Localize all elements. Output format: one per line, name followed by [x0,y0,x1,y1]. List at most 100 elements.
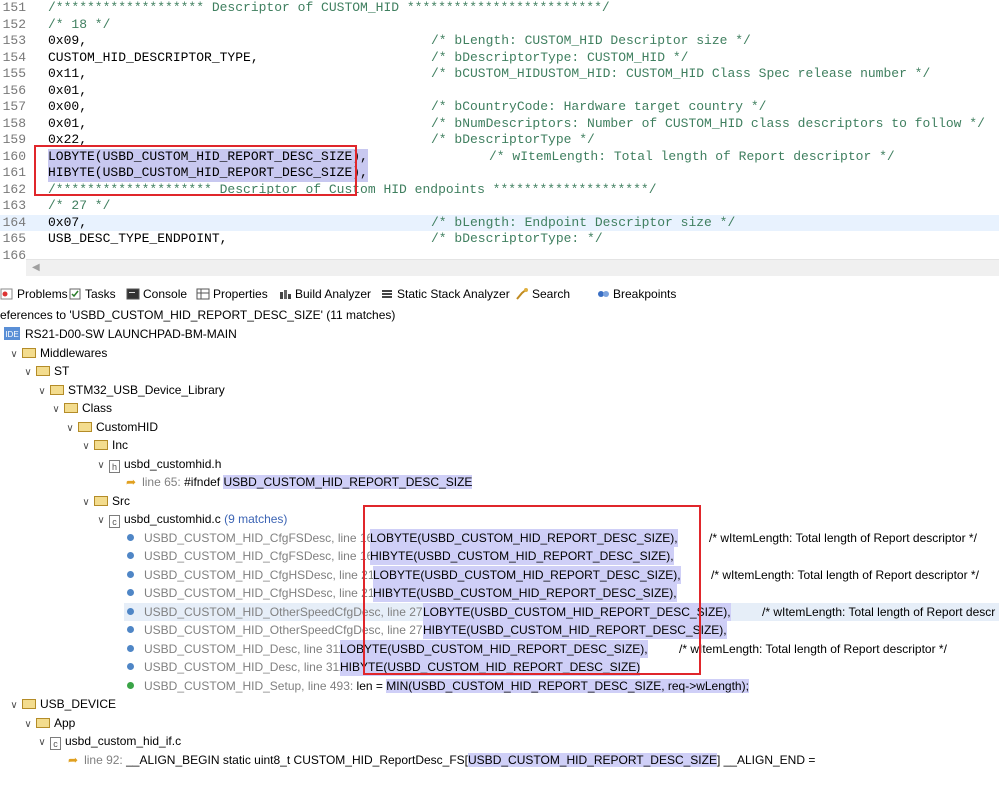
match-row[interactable]: USBD_CUSTOM_HID_CfgFSDesc, line 160: [127,529,383,547]
chevron-down-icon[interactable]: ∨ [80,438,92,456]
chevron-down-icon[interactable]: ∨ [95,457,107,475]
chevron-down-icon[interactable]: ∨ [64,420,76,438]
code-line[interactable]: 151 /******************* Descriptor of CU… [0,0,999,17]
folder-label: Inc [112,438,129,452]
match-row[interactable]: ➦ line 65: #ifndef USBD_CUSTOM_HID_REPORT… [126,473,473,491]
horizontal-scrollbar[interactable]: ◀ [26,259,999,276]
code-line[interactable]: 156 0x01, [0,83,999,100]
tab-search[interactable]: Search [515,287,570,301]
tab-label: Properties [213,287,268,301]
tree-file[interactable]: ∨ c usbd_custom_hid_if.c [36,732,181,750]
method-icon [127,681,134,689]
match-row[interactable]: USBD_CUSTOM_HID_Setup, line 493: len = M… [127,677,749,695]
chevron-down-icon[interactable]: ∨ [36,383,48,401]
code-text: 0x00, [48,99,88,114]
line-number: 152 [2,16,26,32]
file-name: usbd_custom_hid_if.c [65,734,182,748]
method-icon [127,533,134,541]
line-number: 155 [2,66,26,81]
tree-folder[interactable]: ∨ ST [22,362,69,380]
chevron-down-icon[interactable]: ∨ [50,401,62,419]
tab-console[interactable]: Console [126,287,187,301]
match-row[interactable]: USBD_CUSTOM_HID_Desc, line 312: [127,658,349,676]
code-line[interactable]: 158 0x01, /* bNumDescriptors: Number of CU… [0,116,999,133]
code-line-current[interactable]: 164 0x07, /* bLength: Endpoint Descriptor … [0,214,999,231]
folder-label: CustomHID [96,419,159,434]
tree-file[interactable]: ∨ h usbd_customhid.h [95,455,221,473]
code-text: /* 27 */ [48,198,111,213]
line-number: 153 [2,33,26,48]
code-line[interactable]: 157 0x00, /* bCountryCode: Hardware target… [0,99,999,116]
match-function: USBD_CUSTOM_HID_Setup, line 493: [144,678,354,693]
match-highlight: USBD_CUSTOM_HID_REPORT_DESC_SIZE [223,475,473,489]
match-function: USBD_CUSTOM_HID_CfgHSDesc, line 219: [144,586,385,600]
line-number: 162 [2,181,26,197]
code-line[interactable]: 152 /* 18 */ [0,17,999,34]
match-row[interactable]: USBD_CUSTOM_HID_Desc, line 311: [127,640,348,658]
folder-icon [22,347,36,358]
code-editor[interactable]: 151 /******************* Descriptor of CU… [0,0,999,263]
method-icon [127,570,134,578]
match-pre: #ifndef [184,475,224,489]
tab-problems[interactable]: Problems [0,287,68,301]
chevron-down-icon[interactable]: ∨ [95,512,107,530]
match-row[interactable]: USBD_CUSTOM_HID_CfgFSDesc, line 161: [127,547,383,565]
tab-tasks[interactable]: Tasks [68,287,116,301]
chevron-down-icon[interactable]: ∨ [22,716,34,734]
tab-label: Console [143,287,188,301]
project-name: RS21-D00-SW LAUNCHPAD-BM-MAIN [25,327,237,341]
match-row[interactable]: USBD_CUSTOM_HID_CfgHSDesc, line 219: [127,584,385,602]
tree-folder[interactable]: ∨ Class [50,399,112,417]
tree-folder[interactable]: ∨ App [22,714,75,732]
tree-folder[interactable]: ∨ Src [80,492,130,510]
chevron-down-icon[interactable]: ∨ [22,364,34,382]
code-comment: /* bDescriptorType */ [431,132,595,147]
match-function: USBD_CUSTOM_HID_Desc, line 311: [144,641,349,656]
code-comment: /* bCountryCode: Hardware target country… [431,99,767,114]
folder-label: STM32_USB_Device_Library [68,382,225,397]
code-line[interactable]: 165 USB_DESC_TYPE_ENDPOINT, /* bDescriptor… [0,231,999,248]
tab-label: Tasks [85,287,116,301]
code-line[interactable]: 155 0x11, /* bCUSTOM_HIDUSTOM_HID: CUSTOM_… [0,66,999,83]
match-arrow-icon: ➦ [68,752,79,767]
tab-breakpoints[interactable]: Breakpoints [596,287,676,301]
tab-properties[interactable]: Properties [196,287,268,301]
folder-label: ST [54,364,70,378]
code-comment: /* bDescriptorType: CUSTOM_HID */ [431,49,689,65]
chevron-down-icon[interactable]: ∨ [36,734,48,752]
match-row[interactable]: ➦ line 92: __ALIGN_BEGIN static uint8_t C… [68,751,815,769]
tree-folder[interactable]: ∨ STM32_USB_Device_Library [36,381,225,401]
tab-build-analyzer[interactable]: Build Analyzer [278,287,371,301]
match-row[interactable]: USBD_CUSTOM_HID_CfgHSDesc, line 218: [127,566,385,584]
line-number: 154 [2,49,26,65]
chevron-down-icon[interactable]: ∨ [8,346,20,364]
code-line[interactable]: 153 0x09, /* bLength: CUSTOM_HID Descripto… [0,33,999,50]
code-text: 0x07, [48,214,88,230]
code-line[interactable]: 154 CUSTOM_HID_DESCRIPTOR_TYPE, /* bDescri… [0,50,999,67]
folder-icon [94,495,108,506]
console-icon [126,287,140,301]
chevron-down-icon[interactable]: ∨ [8,697,20,715]
line-number: 161 [2,165,26,180]
tree-folder[interactable]: ∨ CustomHID [64,418,158,436]
tab-label: Search [532,287,571,301]
match-location: line 65: [142,475,181,489]
line-number: 157 [2,99,26,114]
results-highlight-box [363,505,701,675]
method-icon [127,607,134,615]
project-badge: IDE [5,330,18,339]
tree-folder[interactable]: ∨ Inc [80,436,128,454]
method-icon [127,589,134,596]
match-location: line 92: [84,752,123,767]
tree-folder[interactable]: ∨ USB_DEVICE [8,695,116,713]
tree-project[interactable]: IDE RS21-D00-SW LAUNCHPAD-BM-MAIN [4,325,237,343]
code-line[interactable]: 163 /* 27 */ [0,198,999,215]
scroll-left-icon[interactable]: ◀ [32,262,40,273]
tab-static-stack-analyzer[interactable]: Static Stack Analyzer [380,287,510,301]
chevron-down-icon[interactable]: ∨ [80,494,92,512]
tab-label: Static Stack Analyzer [397,287,510,301]
folder-label: Middlewares [40,345,108,360]
tree-folder[interactable]: ∨ Middlewares [8,344,107,362]
tree-file[interactable]: ∨ c usbd_customhid.c (9 matches) [95,510,287,528]
build-analyzer-icon [278,287,292,301]
